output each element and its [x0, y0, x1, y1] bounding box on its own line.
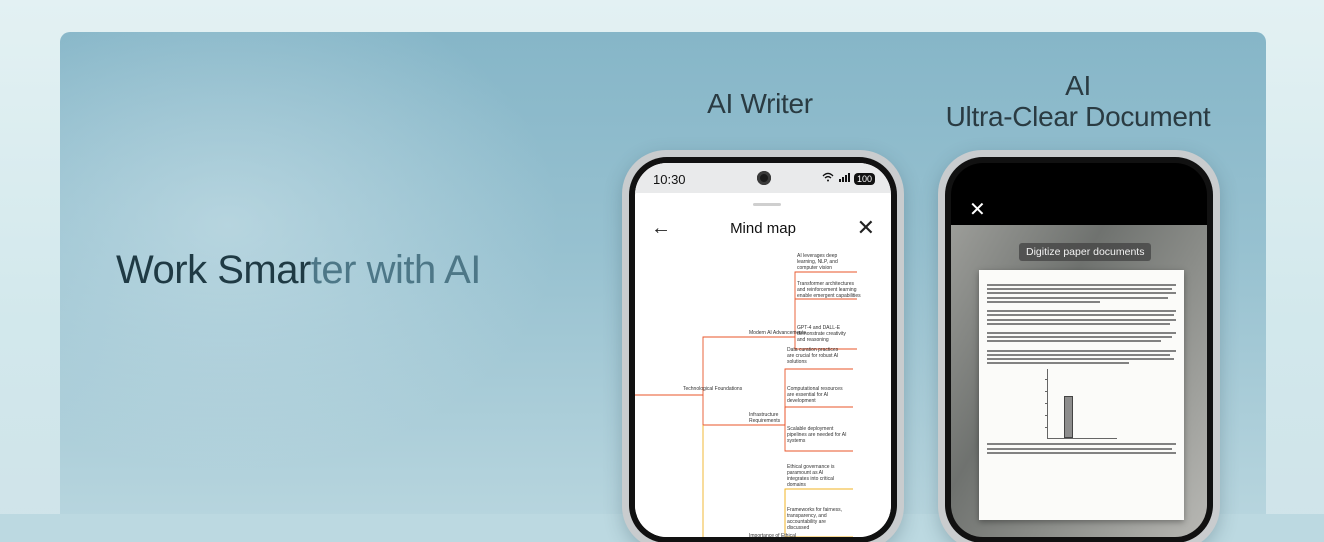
paper-text-line — [987, 447, 1173, 450]
signal-icon — [838, 172, 850, 185]
phone-screen: ✕ Digitize paper documents ​ — [951, 163, 1207, 537]
paper-text-line — [987, 300, 1101, 303]
mind-map-leaf: discussed — [787, 525, 809, 531]
paper-text-line — [987, 336, 1173, 339]
screen-title: Mind map — [730, 220, 796, 237]
paper-text-line — [987, 310, 1176, 313]
paper-chart-tick — [1044, 415, 1048, 417]
feature-label-ai-writer: AI Writer — [707, 88, 813, 119]
paper-text-line — [987, 451, 1176, 454]
phone-bezel: 10:30 100 ← Mind map ✕ Technological Fou… — [629, 157, 897, 542]
feature-label-line2: Ultra-Clear Document — [945, 101, 1211, 132]
feature-label-ultra-clear-document: AI Ultra-Clear Document — [918, 70, 1238, 132]
battery-icon: 100 — [853, 172, 875, 185]
paper-text-line — [987, 362, 1129, 365]
wifi-icon — [822, 172, 834, 185]
status-bar: 10:30 100 — [635, 163, 891, 193]
sheet-grabber[interactable] — [753, 203, 781, 206]
mind-map-diagram: Technological Foundations Modern AI Adva… — [635, 253, 861, 537]
mind-map-sheet: ← Mind map ✕ Technological Foundations M… — [635, 193, 891, 537]
scanned-paper: ​ — [979, 270, 1184, 520]
phone-screen: 10:30 100 ← Mind map ✕ Technological Fou… — [635, 163, 891, 537]
mind-map-root: Technological Foundations — [683, 386, 743, 392]
paper-text-line — [987, 314, 1175, 317]
paper-chart-tick — [1044, 391, 1048, 393]
paper-text-line — [987, 358, 1175, 361]
close-icon[interactable]: ✕ — [969, 197, 986, 222]
mind-map-leaf: solutions — [787, 359, 807, 365]
paper-chart — [1044, 369, 1117, 440]
paper-text-line — [987, 443, 1176, 446]
mind-map-leaf: development — [787, 398, 816, 404]
paper-text-line — [987, 292, 1176, 295]
feature-label-line1: AI — [1065, 70, 1091, 101]
paper-chart-tick — [1044, 379, 1048, 381]
paper-text-line — [987, 284, 1176, 286]
status-icons: 100 — [822, 172, 875, 185]
phone-ai-writer: 10:30 100 ← Mind map ✕ Technological Fou… — [622, 150, 904, 542]
mind-map-leaf: and reasoning — [797, 337, 829, 343]
mind-map-leaf: computer vision — [797, 265, 832, 271]
paper-text-line — [987, 332, 1176, 335]
camera-icon — [757, 171, 771, 185]
paper-chart-tick — [1044, 403, 1048, 405]
mind-map-leaf: domains — [787, 482, 806, 488]
mind-map-branch: Importance of Ethical — [749, 533, 796, 537]
mind-map-header: ← Mind map ✕ — [635, 215, 891, 243]
paper-text-line — [987, 340, 1161, 343]
headline-accent: ter with AI — [310, 248, 482, 292]
paper-text-line — [987, 349, 1176, 352]
paper-text-line — [987, 322, 1171, 325]
paper-text-line — [987, 354, 1171, 356]
paper-text-line — [987, 296, 1169, 299]
paper-title-line: ​ — [987, 276, 1176, 281]
phone-ultra-clear-document: ✕ Digitize paper documents ​ — [938, 150, 1220, 542]
mind-map-branch: Requirements — [749, 418, 781, 424]
status-time: 10:30 — [653, 172, 686, 187]
phone-bezel: ✕ Digitize paper documents ​ — [945, 157, 1213, 542]
mind-map-leaf: enable emergent capabilities — [797, 293, 861, 299]
paper-text-line — [987, 318, 1176, 321]
digitize-chip: Digitize paper documents — [1019, 243, 1152, 261]
paper-chart-tick — [1044, 427, 1048, 429]
paper-text-line — [987, 288, 1173, 291]
paper-chart-bar — [1063, 396, 1073, 439]
headline: Work Smarter with AI — [116, 248, 481, 293]
close-icon[interactable]: ✕ — [857, 215, 875, 241]
mind-map-leaf: systems — [787, 438, 806, 444]
headline-main: Work Smar — [116, 248, 311, 292]
